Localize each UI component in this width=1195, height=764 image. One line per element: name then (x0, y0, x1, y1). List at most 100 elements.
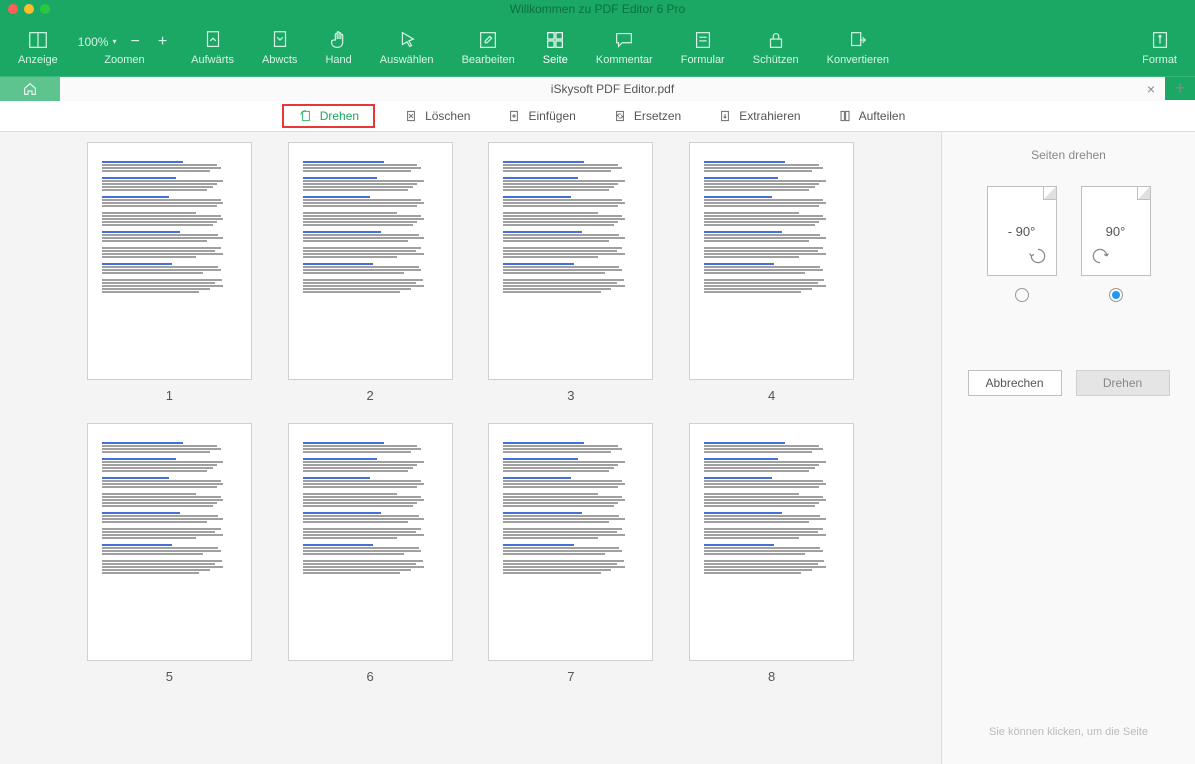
form-icon (692, 29, 714, 51)
view-button[interactable]: Anzeige (10, 29, 66, 66)
insert-label: Einfügen (528, 109, 575, 123)
page-thumbnail[interactable]: 4 (682, 142, 861, 403)
page-thumbnail[interactable]: 3 (482, 142, 661, 403)
tab-close-button[interactable]: × (1147, 81, 1155, 97)
rotate-tool[interactable]: Drehen (282, 104, 375, 128)
up-label: Aufwärts (191, 54, 234, 66)
convert-button[interactable]: Konvertieren (819, 29, 897, 66)
format-label: Format (1142, 54, 1177, 66)
page-number: 8 (768, 669, 775, 684)
down-label: Abwcts (262, 54, 297, 66)
page-thumbnail-preview (689, 423, 854, 661)
add-tab-button[interactable]: + (1165, 78, 1195, 99)
page-thumbnail[interactable]: 7 (482, 423, 661, 684)
page-thumbnail-preview (87, 142, 252, 380)
page-number: 4 (768, 388, 775, 403)
page-label: Seite (543, 54, 568, 66)
zoom-in-button[interactable]: + (154, 33, 171, 51)
hand-button[interactable]: Hand (317, 29, 359, 66)
window-minimize-button[interactable] (24, 4, 34, 14)
page-thumbnail-preview (689, 142, 854, 380)
page-number: 2 (367, 388, 374, 403)
page-number: 6 (367, 669, 374, 684)
home-button[interactable] (0, 77, 60, 101)
view-label: Anzeige (18, 54, 58, 66)
cancel-button[interactable]: Abbrechen (968, 370, 1062, 396)
page-number: 1 (166, 388, 173, 403)
cursor-icon (396, 29, 418, 51)
page-grid-icon (544, 29, 566, 51)
sidebar-title: Seiten drehen (956, 148, 1181, 162)
comment-button[interactable]: Kommentar (588, 29, 661, 66)
form-label: Formular (681, 54, 725, 66)
form-button[interactable]: Formular (673, 29, 733, 66)
main-toolbar: Anzeige 100% ▾ − + Zoomen Aufwärts Abwct… (0, 18, 1195, 76)
comment-icon (613, 29, 635, 51)
window-title: Willkommen zu PDF Editor 6 Pro (510, 2, 685, 16)
page-thumbnail[interactable]: 1 (80, 142, 259, 403)
page-thumbnail[interactable]: 5 (80, 423, 259, 684)
rotate-ccw-icon (1028, 246, 1048, 269)
window-maximize-button[interactable] (40, 4, 50, 14)
rotate-cw-icon (1090, 246, 1110, 269)
delete-tool[interactable]: Löschen (395, 104, 478, 128)
zoom-out-button[interactable]: − (126, 33, 143, 51)
rotate-plus90-option[interactable]: 90° (1081, 186, 1151, 302)
page-number: 5 (166, 669, 173, 684)
page-thumbnail-preview (488, 423, 653, 661)
rotate-minus90-radio[interactable] (1015, 288, 1029, 302)
comment-label: Kommentar (596, 54, 653, 66)
hand-label: Hand (325, 54, 351, 66)
sidebar-hint: Sie können klicken, um die Seite (956, 726, 1181, 738)
convert-icon (847, 29, 869, 51)
insert-tool[interactable]: Einfügen (498, 104, 583, 128)
document-tab-bar: iSkysoft PDF Editor.pdf × + (0, 76, 1195, 100)
down-button[interactable]: Abwcts (254, 29, 305, 66)
up-button[interactable]: Aufwärts (183, 29, 242, 66)
page-thumbnail[interactable]: 2 (281, 142, 460, 403)
edit-label: Bearbeiten (462, 54, 515, 66)
document-tab[interactable]: iSkysoft PDF Editor.pdf × (60, 77, 1165, 101)
zoom-label: Zoomen (104, 54, 144, 66)
split-label: Aufteilen (859, 109, 906, 123)
select-button[interactable]: Auswählen (372, 29, 442, 66)
page-thumbnail-preview (288, 142, 453, 380)
protect-button[interactable]: Schützen (745, 29, 807, 66)
document-name: iSkysoft PDF Editor.pdf (551, 82, 674, 96)
page-button[interactable]: Seite (535, 29, 576, 66)
page-thumbnail-preview (87, 423, 252, 661)
page-up-icon (202, 29, 224, 51)
lock-icon (765, 29, 787, 51)
extract-tool[interactable]: Extrahieren (709, 104, 808, 128)
window-titlebar: Willkommen zu PDF Editor 6 Pro (0, 0, 1195, 18)
page-thumbnail-grid: 1 2 3 4 5 6 7 8 (0, 132, 941, 764)
rotate-minus90-option[interactable]: - 90° (987, 186, 1057, 302)
page-thumbnail[interactable]: 8 (682, 423, 861, 684)
edit-button[interactable]: Bearbeiten (454, 29, 523, 66)
view-icon (27, 29, 49, 51)
delete-label: Löschen (425, 109, 470, 123)
edit-icon (477, 29, 499, 51)
extract-label: Extrahieren (739, 109, 800, 123)
rotate-minus90-label: - 90° (1008, 224, 1036, 239)
split-tool[interactable]: Aufteilen (829, 104, 914, 128)
format-button[interactable]: Format (1134, 29, 1185, 66)
zoom-dropdown[interactable]: 100% ▾ (78, 35, 117, 49)
page-thumbnail-preview (488, 142, 653, 380)
select-label: Auswählen (380, 54, 434, 66)
rotate-sidebar: Seiten drehen - 90° 90° Abbrechen Drehen (941, 132, 1195, 764)
page-down-icon (269, 29, 291, 51)
page-number: 3 (567, 388, 574, 403)
replace-label: Ersetzen (634, 109, 681, 123)
protect-label: Schützen (753, 54, 799, 66)
page-thumbnail[interactable]: 6 (281, 423, 460, 684)
format-icon (1149, 29, 1171, 51)
replace-tool[interactable]: Ersetzen (604, 104, 689, 128)
page-subtoolbar: Drehen Löschen Einfügen Ersetzen Extrahi… (0, 100, 1195, 132)
rotate-plus90-radio[interactable] (1109, 288, 1123, 302)
window-close-button[interactable] (8, 4, 18, 14)
convert-label: Konvertieren (827, 54, 889, 66)
hand-icon (328, 29, 350, 51)
apply-rotate-button[interactable]: Drehen (1076, 370, 1170, 396)
rotate-plus90-label: 90° (1106, 224, 1126, 239)
